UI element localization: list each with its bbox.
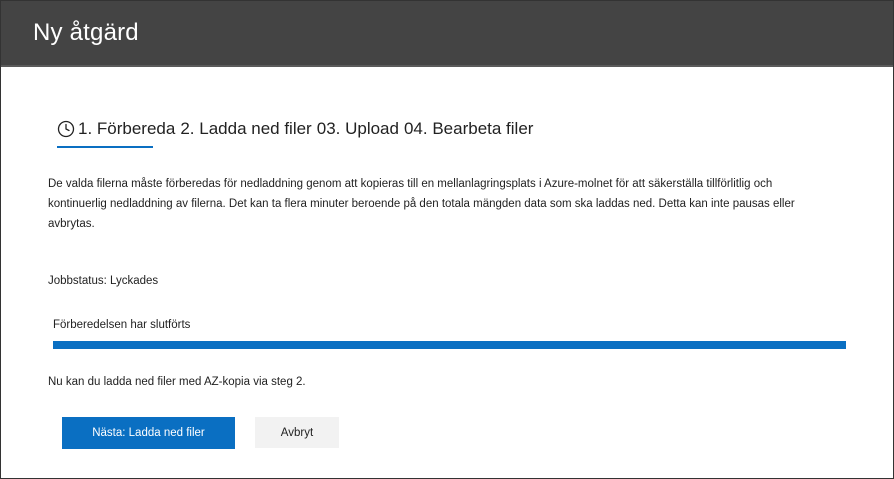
step-download-files[interactable]: 2. Ladda ned filer — [180, 119, 311, 139]
cancel-button[interactable]: Avbryt — [255, 417, 339, 448]
step-prepare[interactable]: 1. Förbereda — [78, 119, 175, 139]
dialog-header: Ny åtgärd — [1, 1, 893, 67]
hint-text: Nu kan du ladda ned filer med AZ-kopia v… — [48, 376, 306, 388]
dialog-window: Ny åtgärd 1. Förbereda 2. Ladda ned file… — [0, 0, 894, 479]
progress-bar-fill — [53, 341, 846, 349]
next-download-files-button[interactable]: Nästa: Ladda ned filer — [62, 417, 235, 449]
step-upload[interactable]: 03. Upload — [317, 119, 399, 139]
clock-icon — [57, 120, 75, 138]
step-indicator: 1. Förbereda 2. Ladda ned filer 03. Uplo… — [57, 119, 533, 139]
step-process-files[interactable]: 04. Bearbeta filer — [404, 119, 533, 139]
progress-label: Förberedelsen har slutförts — [53, 319, 191, 331]
progress-bar — [53, 341, 846, 349]
dialog-title: Ny åtgärd — [33, 19, 139, 46]
description-text: De valda filerna måste förberedas för ne… — [48, 178, 795, 230]
active-step-underline — [57, 146, 153, 148]
job-status: Jobbstatus: Lyckades — [48, 275, 159, 287]
